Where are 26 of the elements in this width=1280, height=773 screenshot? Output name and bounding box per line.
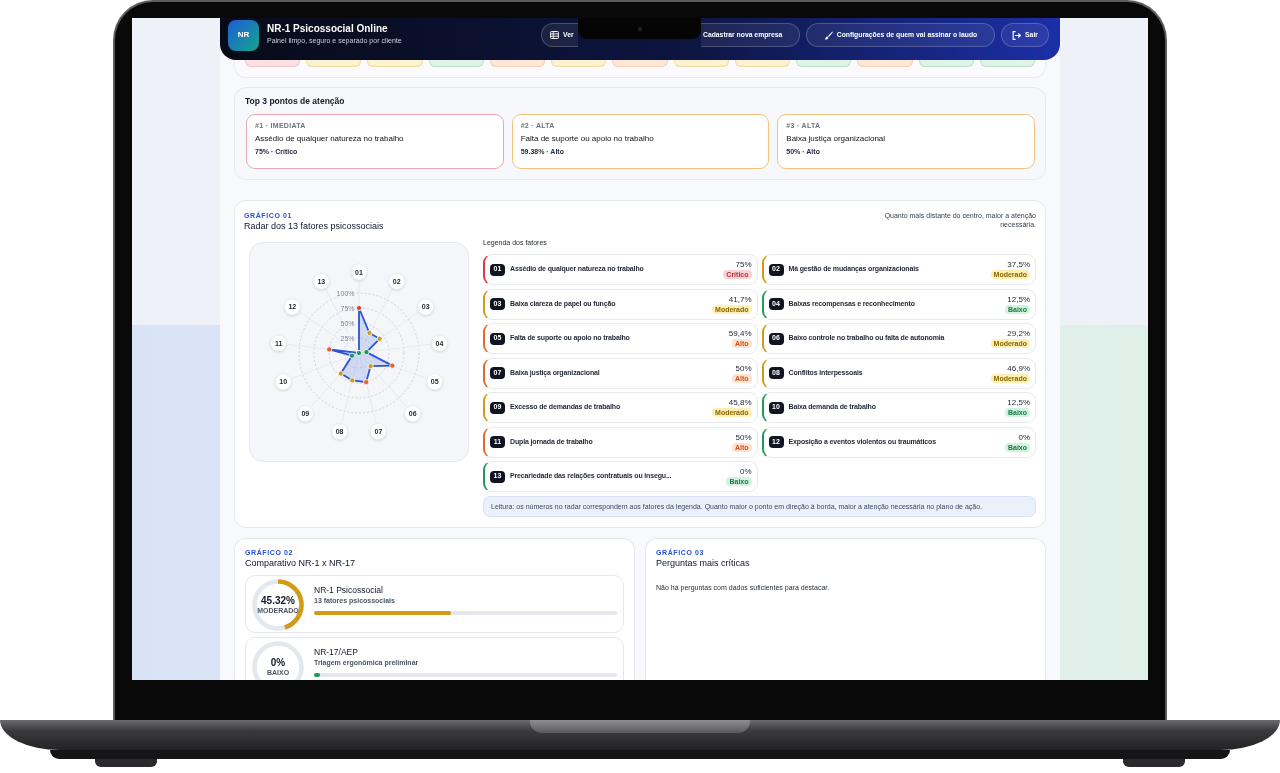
factor-percent: 75% [735,260,752,269]
factor-percent: 46,9% [1007,363,1030,373]
comparison-title: NR-17/AEP [314,647,359,658]
factor-percent: 12,5% [1007,398,1030,407]
logo-tile: NR [228,19,259,51]
factor-percent: 59,4% [728,329,752,338]
factor-percent: 45,8% [728,398,752,407]
section-title: Top 3 pontos de atenção [245,96,346,107]
section-title: Comparativo NR-1 x NR-17 [245,557,357,570]
factor-title: Falta de suporte ou apoio no trabalho [520,133,655,144]
score-value: 0% [270,657,286,669]
factor-percent: 29,2% [1007,329,1030,338]
factor-percent: 50% [735,432,752,442]
factor-title: Assédio de qualquer natureza no trabalho [255,133,405,144]
factor-percent: 37,5% [1007,260,1030,269]
section-title: Radar dos 13 fatores psicossociais [244,220,384,233]
app-title: NR-1 Psicossocial Online [267,22,389,35]
factor-percent: 50% [735,363,752,373]
factor-percent: 0% [1018,432,1030,442]
factor-percent: 12,5% [1007,294,1030,304]
factor-title: Baixa justiça organizacional [786,133,887,144]
comparison-title: NR-1 Psicossocial [314,585,384,596]
score-value: 45.32% [261,595,295,607]
section-title: Perguntas mais críticas [656,557,751,570]
factor-percent: 41,7% [728,294,752,304]
factor-percent: 0% [739,467,752,476]
